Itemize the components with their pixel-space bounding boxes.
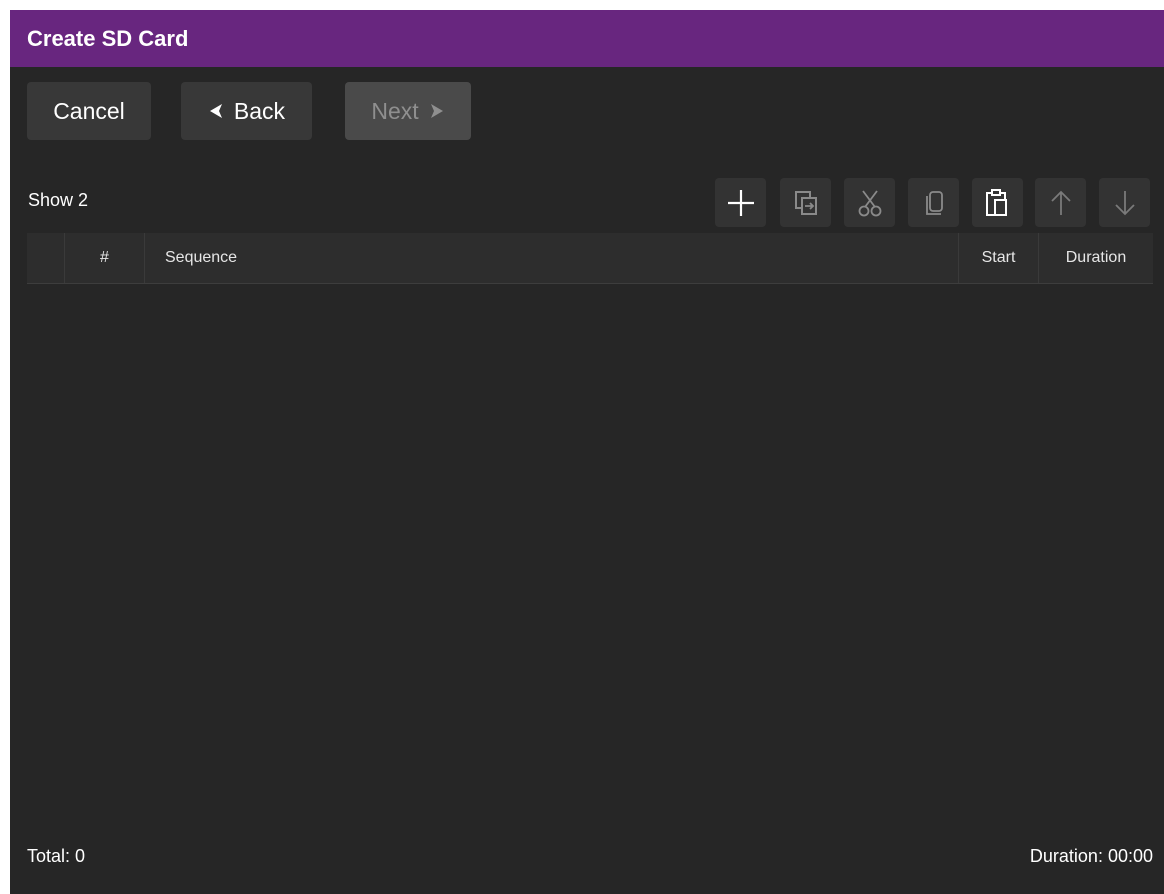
sequence-table-body[interactable]: [27, 285, 1153, 845]
column-header-sequence[interactable]: Sequence: [144, 233, 958, 283]
back-button[interactable]: Back: [181, 82, 312, 140]
add-button[interactable]: [715, 178, 766, 227]
move-up-button[interactable]: [1035, 178, 1086, 227]
cancel-button[interactable]: Cancel: [27, 82, 151, 140]
chevron-right-icon: [429, 102, 445, 120]
show-name: Show 2: [28, 190, 89, 210]
arrow-down-icon: [1110, 188, 1140, 218]
table-header: # Sequence Start Duration: [27, 233, 1153, 284]
paste-button[interactable]: [972, 178, 1023, 227]
cut-button[interactable]: [844, 178, 895, 227]
copy-icon: [919, 188, 949, 218]
back-button-label: Back: [233, 97, 286, 124]
paste-icon: [983, 188, 1013, 218]
cut-icon: [855, 188, 885, 218]
duplicate-icon: [791, 188, 821, 218]
next-button-label: Next: [371, 97, 419, 124]
dialog-title: Create SD Card: [10, 10, 1164, 67]
move-down-button[interactable]: [1099, 178, 1150, 227]
cancel-button-label: Cancel: [53, 97, 125, 124]
next-button[interactable]: Next: [345, 82, 471, 140]
arrow-up-icon: [1046, 188, 1076, 218]
column-header-start[interactable]: Start: [958, 233, 1038, 283]
total-count: Total: 0: [27, 846, 86, 866]
create-sd-card-dialog: Create SD Card Cancel Back Next Show 2 #…: [10, 10, 1164, 894]
add-icon: [726, 188, 756, 218]
copy-button[interactable]: [908, 178, 959, 227]
column-header-duration[interactable]: Duration: [1038, 233, 1153, 283]
duplicate-button[interactable]: [780, 178, 831, 227]
chevron-left-icon: [208, 102, 224, 120]
row-selector-header: [27, 233, 64, 283]
column-header-number[interactable]: #: [64, 233, 144, 283]
total-duration: Duration: 00:00: [1029, 846, 1153, 866]
